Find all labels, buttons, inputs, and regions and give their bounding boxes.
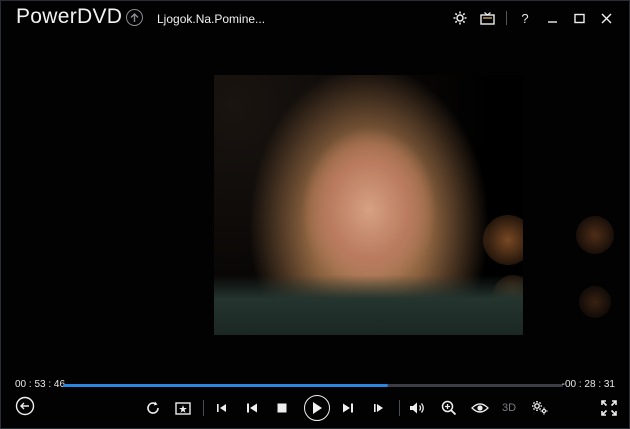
player-window: PowerDVD Ljogok.Na.Pomine... ? 00: 53:… bbox=[0, 0, 630, 429]
eye-icon[interactable] bbox=[471, 398, 489, 418]
video-shadow bbox=[214, 275, 523, 335]
zoom-icon[interactable] bbox=[441, 398, 457, 418]
play-icon bbox=[313, 402, 322, 414]
window-controls: ? bbox=[444, 9, 617, 27]
settings-icon[interactable] bbox=[531, 398, 549, 418]
fullscreen-icon[interactable] bbox=[601, 398, 617, 418]
snapshot-icon[interactable] bbox=[175, 398, 191, 418]
close-icon[interactable] bbox=[595, 9, 617, 27]
maximize-icon[interactable] bbox=[568, 9, 590, 27]
upload-icon[interactable] bbox=[126, 9, 143, 26]
previous-chapter-icon[interactable] bbox=[214, 398, 228, 418]
play-button[interactable] bbox=[304, 395, 330, 421]
help-icon[interactable]: ? bbox=[514, 9, 536, 27]
seek-bar[interactable] bbox=[63, 384, 563, 387]
video-bokeh bbox=[483, 215, 523, 265]
3d-label[interactable]: 3D bbox=[502, 398, 516, 418]
video-frame[interactable] bbox=[214, 75, 523, 335]
step-back-icon[interactable] bbox=[245, 398, 259, 418]
media-title: Ljogok.Na.Pomine... bbox=[157, 12, 266, 26]
control-separator bbox=[399, 400, 400, 416]
background-bokeh bbox=[576, 216, 614, 254]
back-icon[interactable] bbox=[15, 396, 35, 416]
remaining-time: -00 : 28 : 31 bbox=[561, 379, 615, 390]
background-bokeh bbox=[579, 286, 611, 318]
control-separator bbox=[203, 400, 204, 416]
volume-icon[interactable] bbox=[409, 398, 427, 418]
step-forward-icon[interactable] bbox=[341, 398, 355, 418]
elapsed-time: 00 : 53 : 46 bbox=[15, 379, 66, 390]
gear-icon[interactable] bbox=[449, 9, 471, 27]
tv-mode-icon[interactable] bbox=[476, 9, 498, 27]
app-title: PowerDVD bbox=[16, 5, 123, 28]
repeat-icon[interactable] bbox=[145, 398, 161, 418]
stop-icon[interactable] bbox=[276, 398, 288, 418]
title-bar: PowerDVD Ljogok.Na.Pomine... ? bbox=[1, 1, 629, 35]
minimize-icon[interactable] bbox=[541, 9, 563, 27]
seek-progress bbox=[63, 384, 388, 387]
title-separator bbox=[506, 11, 507, 25]
next-chapter-icon[interactable] bbox=[372, 398, 386, 418]
